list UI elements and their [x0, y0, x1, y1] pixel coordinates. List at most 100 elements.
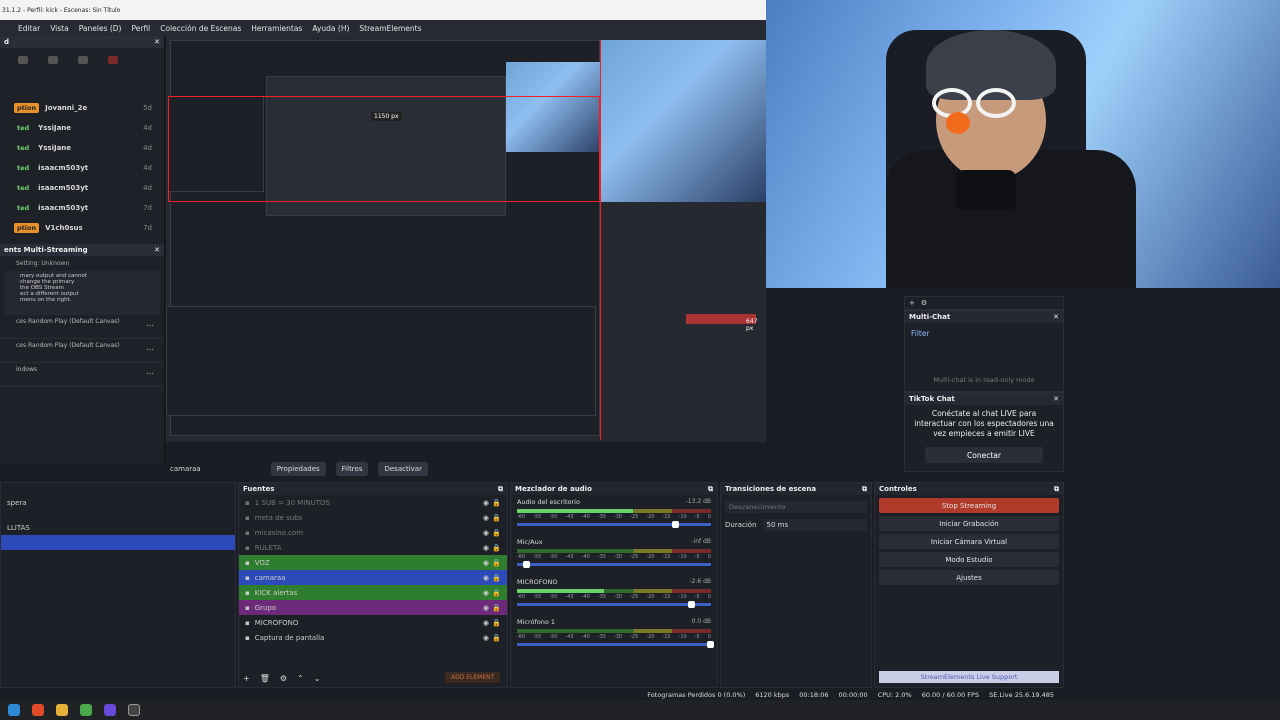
lock-icon[interactable]: 🔒	[492, 499, 501, 507]
multistream-output-row[interactable]: ces Random Play (Default Canvas) ⋯	[0, 339, 164, 363]
source-type-icon: ▪	[245, 543, 250, 552]
close-icon[interactable]: ✕	[1053, 395, 1059, 403]
menu-editar[interactable]: Editar	[18, 24, 40, 33]
start-recording-button[interactable]: Iniciar Grabación	[879, 516, 1059, 531]
lock-icon[interactable]: 🔒	[492, 574, 501, 582]
webcam-feed	[766, 0, 1280, 288]
activity-row[interactable]: ption Jovanni_2e 5d	[0, 98, 164, 118]
add-element-button[interactable]: ADD ELEMENT	[445, 672, 501, 683]
menu-perfil[interactable]: Perfil	[132, 24, 151, 33]
settings-button[interactable]: Ajustes	[879, 570, 1059, 585]
up-icon[interactable]: ⌃	[297, 674, 304, 683]
duration-input[interactable]: 50 ms	[762, 519, 867, 531]
lock-icon[interactable]: 🔒	[492, 529, 501, 537]
channel-name: Mic/Aux	[517, 538, 543, 546]
menu-streamelements[interactable]: StreamElements	[359, 24, 421, 33]
plus-icon[interactable]: +	[909, 299, 915, 307]
source-row[interactable]: ▪ Captura de pantalla ◉ 🔒	[239, 630, 507, 645]
lock-icon[interactable]: 🔒	[492, 634, 501, 642]
lock-icon[interactable]: 🔒	[492, 619, 501, 627]
down-icon[interactable]: ⌄	[314, 674, 321, 683]
support-button[interactable]: StreamElements Live Support	[879, 671, 1059, 683]
source-row[interactable]: ▪ 1 SUB = 30 MINUTOS ◉ 🔒	[239, 495, 507, 510]
menu-paneles[interactable]: Paneles (D)	[79, 24, 122, 33]
obs-preview[interactable]: 1150 px 647 px	[166, 36, 766, 442]
properties-button[interactable]: Propiedades	[270, 462, 326, 476]
gear-icon[interactable]: ⚙	[280, 674, 287, 683]
add-icon[interactable]: +	[243, 674, 250, 683]
studio-mode-button[interactable]: Modo Estudio	[879, 552, 1059, 567]
volume-slider[interactable]	[517, 641, 714, 648]
sources-title: Fuentes	[243, 485, 275, 493]
eye-icon[interactable]: ◉	[483, 499, 489, 507]
scene-item[interactable]: LLITAS	[1, 520, 235, 535]
multistream-header: ents Multi-Streaming ✕	[0, 244, 164, 256]
activity-row[interactable]: ption V1ch0sus 7d	[0, 218, 164, 238]
volume-slider[interactable]	[517, 601, 711, 608]
connect-button[interactable]: Conectar	[925, 447, 1043, 464]
eye-icon[interactable]: ◉	[483, 634, 489, 642]
scene-item-selected[interactable]	[1, 535, 235, 550]
eye-icon[interactable]: ◉	[483, 604, 489, 612]
eye-icon[interactable]: ◉	[483, 514, 489, 522]
lock-icon[interactable]: 🔒	[492, 514, 501, 522]
activity-row[interactable]: ted YssiJane 4d	[0, 138, 164, 158]
menu-ayuda[interactable]: Ayuda (H)	[312, 24, 349, 33]
virtual-camera-button[interactable]: Iniciar Cámara Virtual	[879, 534, 1059, 549]
source-row[interactable]: ▪ Grupo ◉ 🔒	[239, 600, 507, 615]
close-icon[interactable]: ✕	[154, 246, 160, 254]
pause-icon[interactable]	[78, 56, 88, 64]
lock-icon[interactable]: 🔒	[492, 589, 501, 597]
discord-icon[interactable]	[104, 704, 116, 716]
source-row[interactable]: ▪ meta de subs ◉ 🔒	[239, 510, 507, 525]
trash-icon[interactable]: 🗑	[260, 674, 270, 683]
volume-slider[interactable]	[517, 521, 711, 528]
deactivate-button[interactable]: Desactivar	[378, 462, 428, 476]
more-icon: ⋯	[146, 345, 154, 354]
menu-herramientas[interactable]: Herramientas	[251, 24, 302, 33]
source-row[interactable]: ▪ RULETA ◉ 🔒	[239, 540, 507, 555]
mute-icon[interactable]	[108, 56, 118, 64]
scene-item[interactable]: spera	[1, 495, 235, 510]
eye-icon[interactable]: ◉	[483, 619, 489, 627]
source-row[interactable]: ▪ micasino.com ◉ 🔒	[239, 525, 507, 540]
eye-icon[interactable]: ◉	[483, 529, 489, 537]
readonly-note: Multi-chat is in read-only mode	[933, 376, 1035, 384]
filters-button[interactable]: Filtros	[335, 462, 369, 476]
activity-row[interactable]: ted isaacm503yt 4d	[0, 158, 164, 178]
source-row[interactable]: ▪ camaraa ◉ 🔒	[239, 570, 507, 585]
eye-icon[interactable]: ◉	[483, 544, 489, 552]
lock-icon[interactable]: 🔒	[492, 604, 501, 612]
chrome-icon[interactable]	[80, 704, 92, 716]
eye-icon[interactable]: ◉	[483, 574, 489, 582]
close-icon[interactable]: ✕	[154, 38, 160, 46]
edge-icon[interactable]	[8, 704, 20, 716]
gear-icon[interactable]: ⚙	[921, 299, 927, 307]
source-row[interactable]: ▪ MICROFONO ◉ 🔒	[239, 615, 507, 630]
activity-row[interactable]: ted isaacm503yt 7d	[0, 198, 164, 218]
lock-icon[interactable]: 🔒	[492, 559, 501, 567]
bell-icon[interactable]	[18, 56, 28, 64]
filter-dropdown[interactable]: Filter	[905, 323, 1063, 344]
menu-coleccion[interactable]: Colección de Escenas	[160, 24, 241, 33]
activity-row[interactable]: ted isaacm503yt 4d	[0, 178, 164, 198]
source-row[interactable]: ▪ VOZ ◉ 🔒	[239, 555, 507, 570]
close-icon[interactable]: ✕	[1053, 313, 1059, 321]
folder-icon[interactable]	[56, 704, 68, 716]
transition-select[interactable]: Desvanecimiento	[725, 501, 867, 513]
brave-icon[interactable]	[32, 704, 44, 716]
source-row[interactable]: ▪ KICK alertas ◉ 🔒	[239, 585, 507, 600]
volume-slider[interactable]	[517, 561, 711, 568]
multistream-output-row[interactable]: indows ⋯	[0, 363, 164, 387]
multistream-output-row[interactable]: ces Random Play (Default Canvas) ⋯	[0, 315, 164, 339]
eye-icon[interactable]: ◉	[483, 559, 489, 567]
skip-icon[interactable]	[48, 56, 58, 64]
fps: 60.00 / 60.00 FPS	[921, 691, 980, 699]
activity-row[interactable]: ted YssiJane 4d	[0, 118, 164, 138]
level-meter	[517, 629, 711, 633]
eye-icon[interactable]: ◉	[483, 589, 489, 597]
stop-streaming-button[interactable]: Stop Streaming	[879, 498, 1059, 513]
menu-vista[interactable]: Vista	[50, 24, 69, 33]
obs-icon[interactable]	[128, 704, 140, 716]
lock-icon[interactable]: 🔒	[492, 544, 501, 552]
